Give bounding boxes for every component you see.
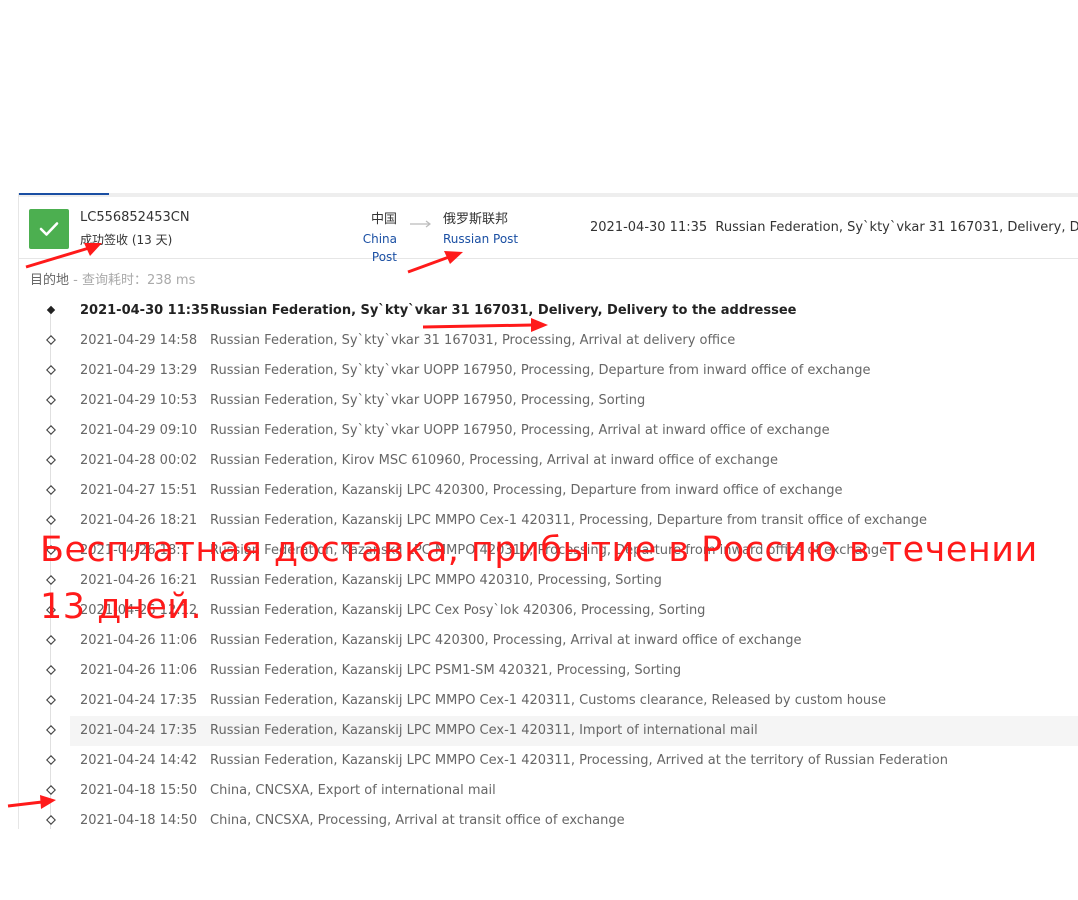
timeline-event-row: 2021-04-27 15:51 Russian Federation, Kaza… — [19, 476, 1078, 506]
timeline-diamond-icon — [46, 395, 56, 405]
timeline-diamond-icon — [46, 365, 56, 375]
timeline-diamond-icon — [46, 725, 56, 735]
timeline-event-row: 2021-04-30 11:35 Russian Federation, Sy`k… — [19, 296, 1078, 326]
tracking-panel: LC556852453CN 成功签收 (13 天) 中国 China Post … — [18, 193, 1078, 829]
timeline-event-row: 2021-04-28 00:02 Russian Federation, Kiro… — [19, 446, 1078, 476]
timeline-diamond-icon — [46, 635, 56, 645]
event-time: 2021-04-18 15:50 — [80, 783, 198, 798]
timeline-diamond-icon — [46, 425, 56, 435]
event-time: 2021-04-18 14:50 — [80, 813, 198, 828]
event-time: 2021-04-29 10:53 — [80, 393, 198, 408]
event-description: Russian Federation, Sy`kty`vkar 31 16703… — [210, 303, 797, 318]
event-time: 2021-04-29 09:10 — [80, 423, 198, 438]
origin-carrier-link[interactable]: China Post — [337, 230, 397, 266]
event-description: Russian Federation, Kirov MSC 610960, Pr… — [210, 453, 778, 468]
shipment-header[interactable]: LC556852453CN 成功签收 (13 天) 中国 China Post … — [19, 197, 1078, 264]
event-time: 2021-04-27 15:51 — [80, 483, 198, 498]
timeline-event-row: 2021-04-29 14:58 Russian Federation, Sy`k… — [19, 326, 1078, 356]
latest-event-text: Russian Federation, Sy`kty`vkar 31 16703… — [715, 220, 1078, 235]
event-time: 2021-04-29 14:58 — [80, 333, 198, 348]
event-description: Russian Federation, Kazanskij LPC MMPO C… — [210, 693, 886, 708]
timeline-event-row: 2021-04-26 11:06 Russian Federation, Kaza… — [19, 656, 1078, 686]
destination-info: 俄罗斯联邦 Russian Post — [443, 211, 518, 248]
origin-country: 中国 — [370, 212, 397, 227]
timeline-event-row: 2021-04-18 14:50 China, CNCSXA, Processin… — [19, 806, 1078, 829]
event-description: China, CNCSXA, Export of international m… — [210, 783, 496, 798]
timeline-diamond-icon — [46, 335, 56, 345]
timeline-diamond-filled-icon — [46, 305, 56, 315]
event-description: Russian Federation, Sy`kty`vkar 31 16703… — [210, 333, 736, 348]
timeline-event-row: 2021-04-24 14:42 Russian Federation, Kaza… — [19, 746, 1078, 776]
event-description: Russian Federation, Kazanskij LPC 420300… — [210, 483, 843, 498]
timeline-event-row: 2021-04-18 15:50 China, CNCSXA, Export of… — [19, 776, 1078, 806]
timeline-event-row: 2021-04-24 17:35 Russian Federation, Kaza… — [19, 686, 1078, 716]
event-time: 2021-04-29 13:29 — [80, 363, 198, 378]
status-days: (13 天) — [131, 233, 173, 247]
active-tab-indicator — [19, 193, 109, 195]
event-time: 2021-04-30 11:35 — [80, 303, 210, 318]
timeline-diamond-icon — [46, 815, 56, 825]
status-label: 成功签收 — [80, 233, 129, 247]
timeline-diamond-icon — [46, 455, 56, 465]
timeline-diamond-icon — [46, 665, 56, 675]
promo-overlay-text: Бесплатная доставка, прибытие в Россию в… — [40, 530, 1038, 627]
timeline-event-row: 2021-04-29 09:10 Russian Federation, Sy`k… — [19, 416, 1078, 446]
latest-event-time: 2021-04-30 11:35 — [590, 220, 708, 235]
timeline-event-row: 2021-04-29 13:29 Russian Federation, Sy`k… — [19, 356, 1078, 386]
event-time: 2021-04-24 17:35 — [80, 723, 198, 738]
event-time: 2021-04-28 00:02 — [80, 453, 198, 468]
delivery-status: 成功签收 (13 天) — [80, 231, 172, 248]
event-time: 2021-04-24 14:42 — [80, 753, 198, 768]
origin-info: 中国 China Post — [337, 211, 397, 266]
timeline-diamond-icon — [46, 695, 56, 705]
event-description: Russian Federation, Kazanskij LPC MMPO C… — [210, 753, 948, 768]
event-description: Russian Federation, Kazanskij LPC MMPO C… — [210, 723, 758, 738]
event-description: Russian Federation, Sy`kty`vkar UOPP 167… — [210, 363, 871, 378]
latest-event-summary: 2021-04-30 11:35 Russian Federation, Sy`… — [590, 220, 1078, 235]
destination-country: 俄罗斯联邦 — [443, 212, 509, 227]
query-time: - 查询耗时：238 ms — [73, 273, 196, 288]
destination-meta: 目的地 - 查询耗时：238 ms — [30, 269, 195, 288]
destination-carrier-link[interactable]: Russian Post — [443, 230, 518, 248]
event-description: Russian Federation, Kazanskij LPC PSM1-S… — [210, 663, 682, 678]
event-time: 2021-04-24 17:35 — [80, 693, 198, 708]
timeline-event-row: 2021-04-24 17:35 Russian Federation, Kaza… — [19, 716, 1078, 746]
event-description: China, CNCSXA, Processing, Arrival at tr… — [210, 813, 625, 828]
timeline-diamond-icon — [46, 485, 56, 495]
timeline-diamond-icon — [46, 755, 56, 765]
event-description: Russian Federation, Sy`kty`vkar UOPP 167… — [210, 393, 646, 408]
route-arrow-icon — [410, 220, 431, 228]
event-time: 2021-04-26 11:06 — [80, 663, 198, 678]
timeline-event-row: 2021-04-29 10:53 Russian Federation, Sy`k… — [19, 386, 1078, 416]
tracking-number[interactable]: LC556852453CN — [80, 210, 190, 225]
timeline-diamond-icon — [46, 785, 56, 795]
event-description: Russian Federation, Sy`kty`vkar UOPP 167… — [210, 423, 830, 438]
destination-label: 目的地 — [30, 273, 70, 288]
delivered-check-icon — [29, 209, 69, 249]
